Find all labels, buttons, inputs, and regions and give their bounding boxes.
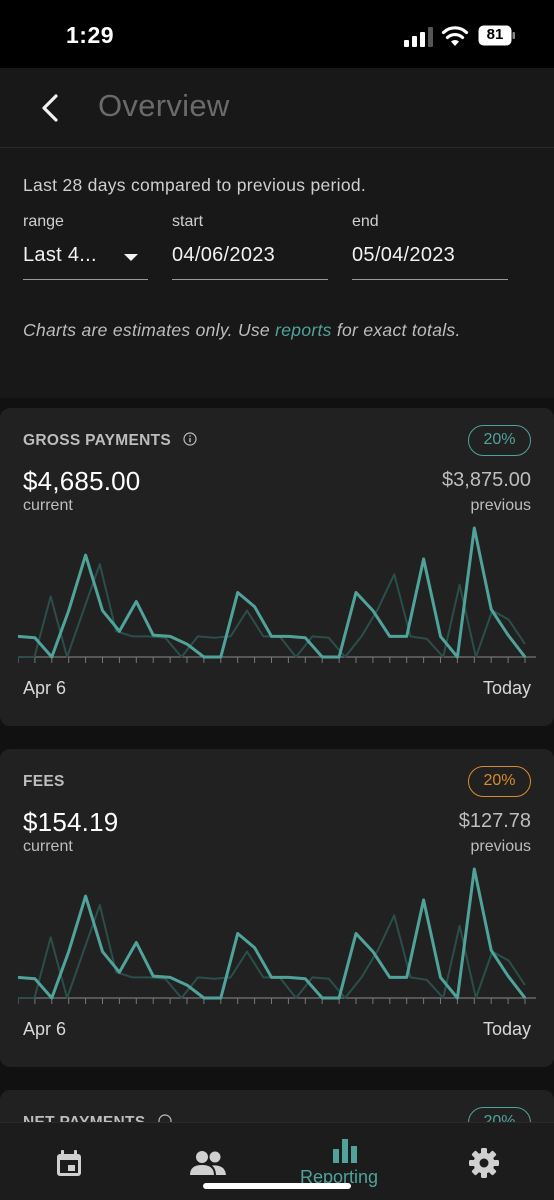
start-date-field[interactable]: 04/06/2023 <box>172 238 328 280</box>
battery-level: 81 <box>486 26 504 43</box>
range-select[interactable]: Last 4... <box>23 238 148 280</box>
change-badge: 20% <box>468 766 531 797</box>
status-time: 1:29 <box>66 22 115 48</box>
current-value: $154.19 <box>23 807 119 837</box>
bar-chart-icon <box>333 1139 357 1163</box>
disclaimer-part-2: for exact totals. <box>331 320 461 340</box>
card-title: GROSS PAYMENTS <box>23 432 172 449</box>
back-arrow-icon[interactable] <box>32 88 68 128</box>
end-label: end <box>352 213 379 230</box>
disclaimer-part-1: Charts are estimates only. Use <box>23 320 276 340</box>
end-date-value: 05/04/2023 <box>352 244 456 266</box>
gear-icon <box>469 1148 499 1178</box>
range-label: range <box>23 213 64 230</box>
home-indicator <box>203 1183 351 1189</box>
info-icon[interactable] <box>183 432 197 446</box>
previous-label: previous <box>470 838 531 855</box>
people-icon <box>190 1151 226 1175</box>
end-date-field[interactable]: 05/04/2023 <box>352 238 508 280</box>
cellular-signal-icon <box>404 27 433 47</box>
previous-label: previous <box>470 497 531 514</box>
axis-start-label: Apr 6 <box>23 678 67 698</box>
previous-value: $3,875.00 <box>442 469 531 491</box>
current-label: current <box>23 838 73 855</box>
start-label: start <box>172 213 204 230</box>
filter-section: Last 28 days compared to previous period… <box>0 148 554 398</box>
tab-settings[interactable] <box>444 1123 524 1200</box>
start-date-value: 04/06/2023 <box>172 244 276 266</box>
status-bar: 1:29 81 <box>0 0 554 68</box>
tab-calendar[interactable] <box>30 1123 110 1200</box>
card-title: FEES <box>23 773 65 790</box>
axis-end-label: Today <box>482 1019 531 1039</box>
axis-end-label: Today <box>482 678 531 698</box>
current-label: current <box>23 497 73 514</box>
period-description: Last 28 days compared to previous period… <box>23 175 367 195</box>
calendar-icon <box>57 1150 81 1176</box>
current-series-line <box>18 526 527 659</box>
chevron-down-icon <box>124 254 138 261</box>
battery-icon: 81 <box>478 25 516 46</box>
header: Overview <box>0 68 554 148</box>
current-value: $4,685.00 <box>23 466 141 496</box>
change-badge: 20% <box>468 425 531 456</box>
reports-link[interactable]: reports <box>275 320 332 340</box>
disclaimer-text: Charts are estimates only. Use reports f… <box>23 316 513 345</box>
page-title: Overview <box>98 88 230 123</box>
gross-payments-chart <box>18 526 536 663</box>
current-series-line <box>18 867 527 1000</box>
previous-value: $127.78 <box>458 810 531 832</box>
axis-start-label: Apr 6 <box>23 1019 67 1039</box>
gross-payments-card[interactable]: GROSS PAYMENTS 20% $4,685.00 current $3,… <box>0 408 554 726</box>
fees-card[interactable]: FEES 20% $154.19 current $127.78 previou… <box>0 749 554 1067</box>
fees-chart <box>18 867 536 1004</box>
wifi-icon <box>441 26 469 46</box>
range-select-value: Last 4... <box>23 244 97 266</box>
